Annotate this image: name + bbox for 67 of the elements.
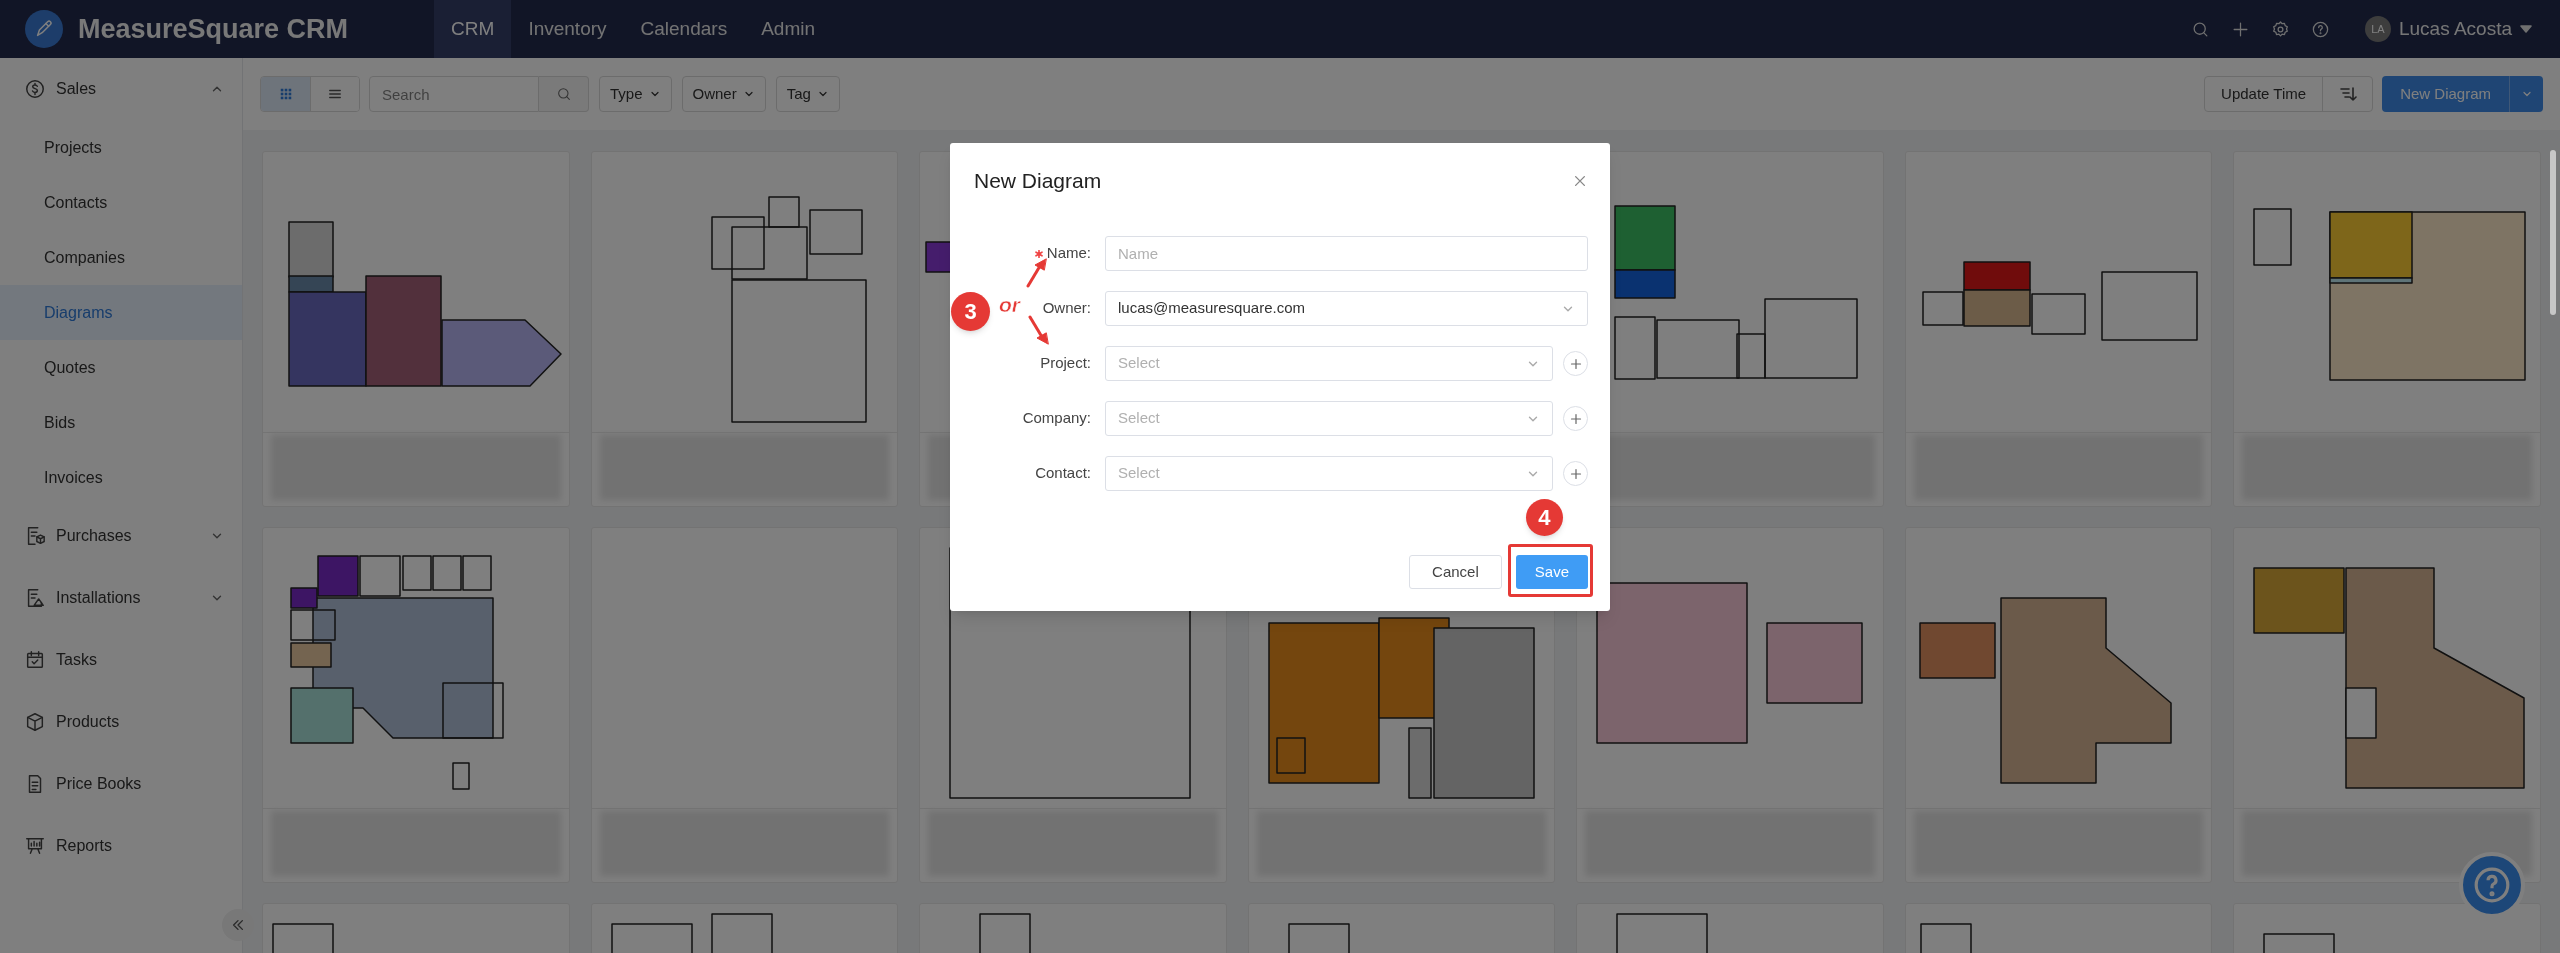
nav-tab[interactable]: Admin	[744, 0, 832, 58]
sidebar-item[interactable]: Tasks	[0, 629, 242, 691]
floor-plan-drawing	[272, 923, 334, 953]
sidebar-subitem[interactable]: Invoices	[0, 450, 242, 505]
dialog-title: New Diagram	[974, 168, 1102, 195]
save-button[interactable]: Save	[1515, 555, 1588, 589]
double-chevron-left-icon	[231, 918, 245, 932]
grid-icon	[278, 87, 293, 101]
sidebar-item[interactable]: Installations	[0, 567, 242, 629]
step-badge: 3	[951, 292, 990, 331]
field-label: Name:	[1046, 243, 1091, 264]
menu-item-icon	[24, 78, 46, 100]
annotation-arrow	[1025, 258, 1047, 288]
select-field[interactable]: Select	[1105, 346, 1553, 381]
menu-item-icon	[24, 649, 46, 671]
cancel-button[interactable]: Cancel	[1409, 555, 1502, 589]
settings-icon[interactable]	[2271, 19, 2291, 39]
search-button[interactable]	[539, 76, 589, 112]
search-field[interactable]: Search	[369, 76, 539, 112]
annotation-text: or	[999, 293, 1020, 317]
step-badge: 4	[1525, 499, 1563, 536]
sidebar-subitem[interactable]: Projects	[0, 120, 242, 175]
user-name[interactable]: Lucas Acosta	[2398, 14, 2512, 44]
annotation-arrow	[1027, 315, 1049, 345]
user-avatar[interactable]: LA	[2364, 16, 2391, 42]
field-label: Owner:	[1042, 298, 1091, 319]
menu-item-icon	[24, 711, 46, 733]
filter-dropdown[interactable]: Type	[599, 76, 672, 112]
help-icon	[2473, 866, 2511, 904]
nav-tab[interactable]: CRM	[434, 0, 512, 58]
select-field[interactable]: Select	[1105, 456, 1553, 491]
select-field[interactable]: lucas@measuresquare.com	[1105, 291, 1588, 326]
sidebar-item[interactable]: Products	[0, 691, 242, 753]
grid-view-button[interactable]	[261, 77, 310, 111]
filter-dropdown[interactable]: Owner	[681, 76, 766, 112]
caret-down-icon	[2520, 25, 2532, 33]
plus-icon	[1569, 357, 1582, 370]
floor-plan-drawing	[1919, 923, 1972, 953]
close-icon	[1573, 174, 1587, 188]
nav-tab[interactable]: Calendars	[623, 0, 745, 58]
search-icon	[555, 86, 572, 102]
list-view-button[interactable]	[310, 77, 359, 111]
sidebar-item[interactable]: Reports	[0, 815, 242, 877]
sort-descending-icon	[2338, 86, 2357, 102]
filter-dropdown[interactable]: Tag	[775, 76, 840, 112]
sidebar-subitem[interactable]: Quotes	[0, 340, 242, 395]
select-field[interactable]: Select	[1105, 401, 1553, 436]
sidebar-subitem[interactable]: Contacts	[0, 175, 242, 230]
list-icon	[328, 87, 342, 101]
sidebar-subitem[interactable]: Companies	[0, 230, 242, 285]
field-label: Company:	[1022, 408, 1091, 429]
sidebar-item[interactable]: Sales	[0, 58, 242, 120]
sidebar-subitem[interactable]: Bids	[0, 395, 242, 450]
scrollbar[interactable]	[2550, 150, 2556, 315]
plus-icon	[1569, 412, 1582, 425]
sidebar-item[interactable]: Price Books	[0, 753, 242, 815]
app-title: MeasureSquare CRM	[78, 12, 349, 46]
menu-item-icon	[24, 835, 46, 857]
sidebar-item[interactable]: Purchases	[0, 505, 242, 567]
text-field[interactable]: Name	[1105, 236, 1588, 271]
plus-icon	[1569, 467, 1582, 480]
sidebar-subitem[interactable]: Diagrams	[0, 285, 242, 340]
field-label: Contact:	[1035, 463, 1091, 484]
logo-icon	[25, 10, 63, 48]
field-label: Project:	[1040, 353, 1091, 374]
nav-tab[interactable]: Inventory	[511, 0, 624, 58]
help-icon[interactable]	[2311, 19, 2331, 39]
